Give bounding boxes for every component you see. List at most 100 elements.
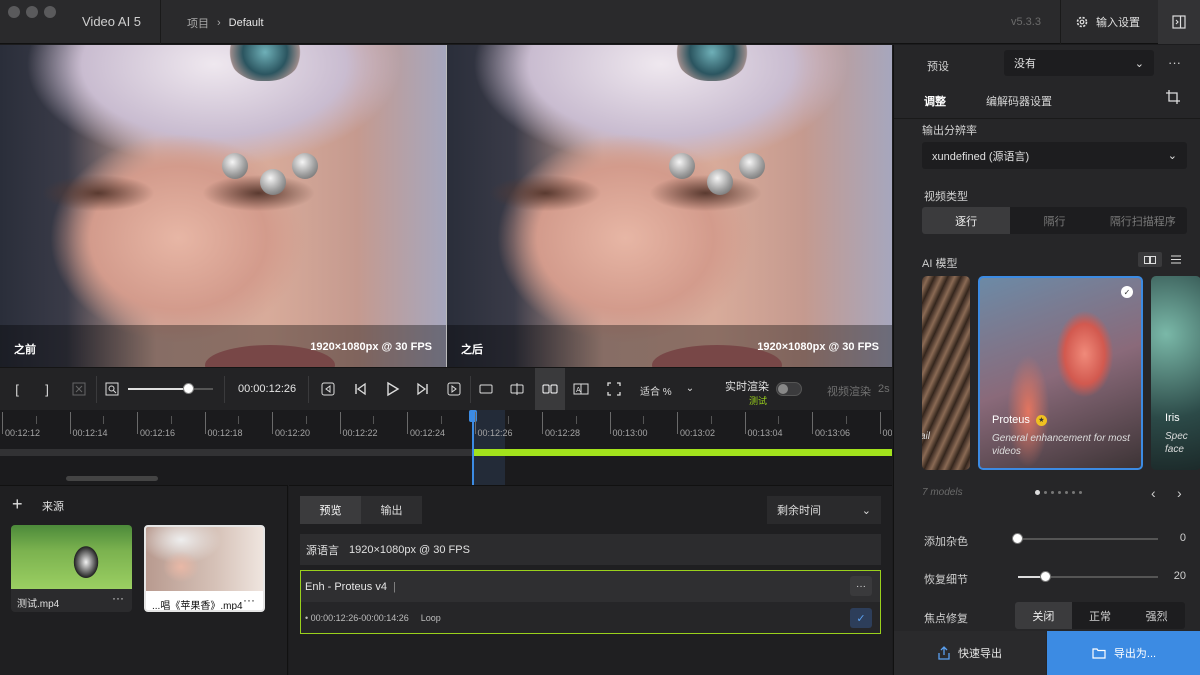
timeline[interactable]: 00:12:12 00:12:14 00:12:16 00:12:18 00:12:20… xyxy=(0,410,892,485)
enhancement-header: Enh - Proteus v4 | ··· xyxy=(301,571,880,602)
split-view-icon xyxy=(510,383,524,395)
focus-fix-strong[interactable]: 强烈 xyxy=(1128,602,1185,629)
video-type-interlaced[interactable]: 隔行 xyxy=(1010,207,1098,234)
play-icon xyxy=(387,381,400,397)
timeline-time-label: 00:12:24 xyxy=(410,428,446,438)
recover-detail-slider[interactable] xyxy=(1018,571,1158,582)
source-item-name: ...唱《苹果香》.mp4 xyxy=(152,601,243,612)
mark-out-button[interactable]: ] xyxy=(36,368,58,410)
model-card-proteus[interactable]: ✓ Proteus ★ General enhancement for most… xyxy=(978,276,1143,470)
enhancement-enabled-checkbox[interactable]: ✓ xyxy=(850,608,872,628)
source-item[interactable]: 测试.mp4 ··· xyxy=(11,525,132,612)
model-carousel-dots[interactable] xyxy=(1035,490,1082,495)
source-title: 来源 xyxy=(42,501,64,513)
tab-adjust[interactable]: 调整 xyxy=(924,93,946,109)
source-info-row: 源语言 1920×1080px @ 30 FPS xyxy=(300,534,881,565)
mark-in-button[interactable]: [ xyxy=(6,368,28,410)
realtime-render-toggle[interactable] xyxy=(776,382,802,396)
chevron-down-icon: ⌄ xyxy=(1167,150,1177,162)
remaining-time-select[interactable]: 剩余时间 ⌄ xyxy=(767,496,881,524)
preset-label: 预设 xyxy=(927,61,949,73)
divider xyxy=(160,0,161,44)
focus-fix-normal[interactable]: 正常 xyxy=(1072,602,1129,629)
timeline-time-label: 00:12:20 xyxy=(275,428,311,438)
remaining-time-label: 剩余时间 xyxy=(777,505,821,517)
queue-tabs: 预览 输出 xyxy=(300,496,422,524)
model-next-button[interactable]: › xyxy=(1177,485,1182,501)
tab-codec-settings[interactable]: 编解码器设置 xyxy=(986,93,1052,109)
play-button[interactable] xyxy=(380,368,404,410)
tab-output[interactable]: 输出 xyxy=(361,496,422,524)
output-resolution-select[interactable]: xundefined (源语言) ⌄ xyxy=(922,142,1187,169)
timeline-minor-tick xyxy=(103,416,105,424)
timeline-minor-tick xyxy=(35,416,37,424)
preset-more-button[interactable]: ··· xyxy=(1168,55,1181,70)
model-next-name: Iris xyxy=(1165,412,1180,424)
compare-original-button[interactable]: A xyxy=(569,368,593,410)
preview-area[interactable]: 之前 1920×1080px @ 30 FPS 之后 1920×1080px @… xyxy=(0,45,892,367)
model-prev-partial: ail xyxy=(922,431,931,442)
crop-button[interactable] xyxy=(1166,90,1180,107)
panel-toggle-button[interactable] xyxy=(1158,0,1200,44)
tab-preview[interactable]: 预览 xyxy=(300,496,361,524)
video-type-progressive[interactable]: 逐行 xyxy=(922,207,1011,234)
zoom-slider[interactable] xyxy=(128,383,213,394)
prev-frame-button[interactable] xyxy=(348,368,372,410)
enhancement-item[interactable]: Enh - Proteus v4 | ··· • 00:00:12:26-00:… xyxy=(300,570,881,634)
grid-view-button[interactable] xyxy=(1138,252,1162,267)
fit-label: 适合 % xyxy=(640,387,672,398)
jump-end-button[interactable] xyxy=(442,368,466,410)
timeline-time-label: 00:12:12 xyxy=(5,428,41,438)
add-noise-label: 添加杂色 xyxy=(924,536,968,548)
list-view-button[interactable] xyxy=(1169,252,1183,267)
source-info-resolution: 1920×1080px @ 30 FPS xyxy=(349,543,470,556)
timeline-major-tick xyxy=(542,412,543,434)
timeline-time-label: 00:13:00 xyxy=(612,428,648,438)
divider xyxy=(1060,0,1061,44)
focus-fix-off[interactable]: 关闭 xyxy=(1015,602,1072,629)
model-card-prev[interactable]: ail xyxy=(922,276,970,470)
add-source-button[interactable]: + xyxy=(12,494,23,515)
model-description: General enhancement for most videos xyxy=(992,433,1130,457)
timeline-major-tick xyxy=(812,412,813,434)
version-label: v5.3.3 xyxy=(1011,16,1041,28)
minimize-window-button[interactable] xyxy=(26,6,38,18)
step-back-icon xyxy=(355,382,366,396)
video-render-button[interactable]: 视频渲染 xyxy=(827,383,871,399)
view-single-button[interactable] xyxy=(474,368,498,410)
timeline-major-tick xyxy=(204,412,206,434)
breadcrumb-projects[interactable]: 项目 xyxy=(187,15,209,31)
next-frame-button[interactable] xyxy=(411,368,435,410)
add-noise-slider[interactable] xyxy=(1012,533,1158,544)
zoom-window-button[interactable] xyxy=(44,6,56,18)
model-card-iris[interactable]: Iris Spec face xyxy=(1151,276,1200,470)
view-side-by-side-button[interactable] xyxy=(535,368,565,410)
view-split-button[interactable] xyxy=(505,368,529,410)
jump-start-button[interactable] xyxy=(316,368,340,410)
video-type-label: 视频类型 xyxy=(924,191,968,203)
timeline-scrollbar[interactable] xyxy=(66,476,158,481)
quick-export-button[interactable]: 快速导出 xyxy=(894,631,1046,675)
recover-detail-handle[interactable] xyxy=(1040,571,1051,582)
close-window-button[interactable] xyxy=(8,6,20,18)
clear-marks-button[interactable] xyxy=(68,368,90,410)
side-by-side-icon xyxy=(542,384,558,394)
source-item-selected[interactable]: ...唱《苹果香》.mp4 ··· xyxy=(144,525,265,612)
video-type-interlaced-progressive[interactable]: 隔行扫描程序 xyxy=(1099,207,1187,234)
timeline-minor-tick xyxy=(643,416,645,424)
zoom-icon xyxy=(105,382,119,396)
export-as-button[interactable]: 导出为... xyxy=(1047,631,1200,675)
model-prev-button[interactable]: ‹ xyxy=(1151,485,1156,501)
more-icon[interactable]: ··· xyxy=(112,591,124,605)
fit-zoom-select[interactable]: 适合 % ⌄ xyxy=(640,383,694,398)
enhancement-more-button[interactable]: ··· xyxy=(850,576,872,596)
more-icon[interactable]: ··· xyxy=(243,593,255,607)
input-settings-button[interactable]: 输入设置 xyxy=(1075,14,1140,30)
add-noise-handle[interactable] xyxy=(1012,533,1023,544)
zoom-preview-button[interactable] xyxy=(101,368,123,410)
preset-select[interactable]: 没有 ⌄ xyxy=(1004,50,1154,76)
fullscreen-button[interactable] xyxy=(602,368,626,410)
playhead-handle[interactable] xyxy=(469,410,477,422)
zoom-slider-handle[interactable] xyxy=(183,383,195,394)
realtime-render-label: 实时渲染 xyxy=(725,381,769,393)
